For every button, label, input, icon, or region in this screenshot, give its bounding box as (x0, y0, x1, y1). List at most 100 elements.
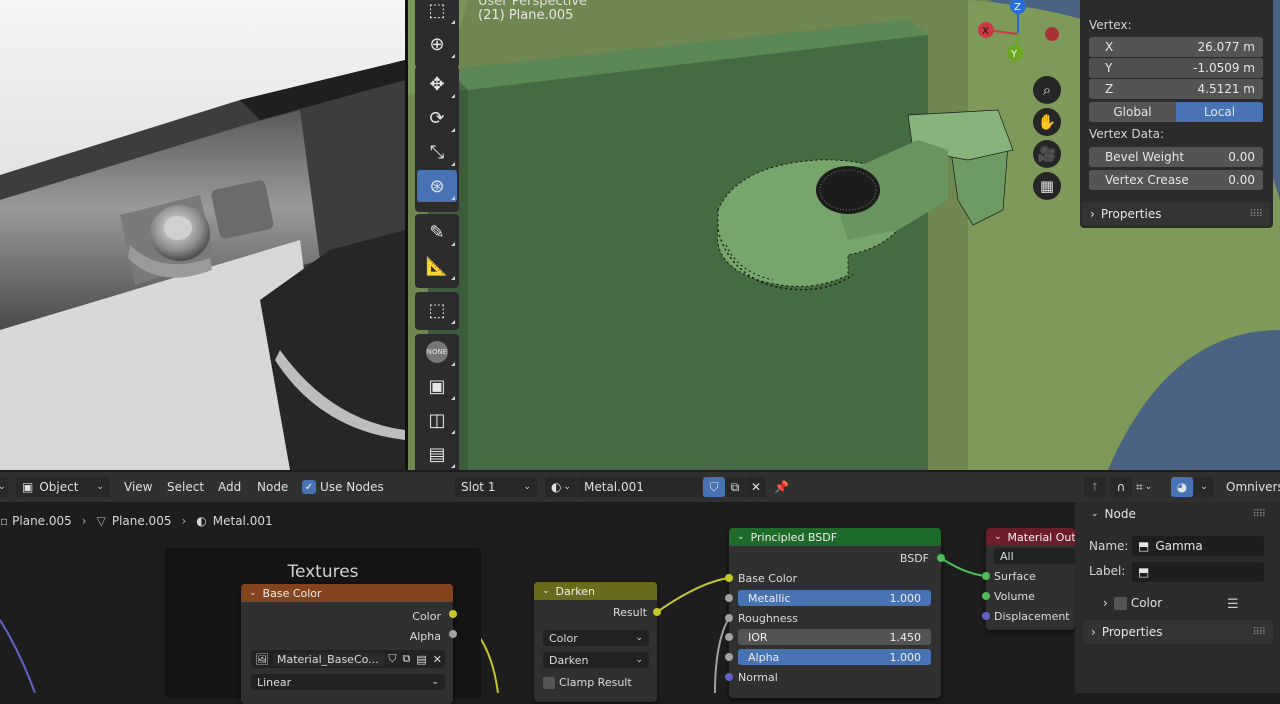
alpha-slider[interactable]: Alpha 1.000 (738, 649, 931, 665)
snap-target-dropdown[interactable]: ⌗ ⌄ (1136, 477, 1152, 497)
fake-user-button[interactable]: ⛉ (703, 477, 725, 497)
vertex-label: Vertex: (1089, 18, 1132, 32)
cursor-tool[interactable]: ⊕ (417, 28, 457, 60)
displacement-input-socket[interactable] (982, 612, 990, 620)
global-toggle[interactable]: Global (1089, 102, 1176, 122)
slot-dropdown[interactable]: Slot 1 ⌄ (455, 477, 537, 497)
rotate-tool[interactable]: ⟳ (417, 102, 457, 134)
normal-input-socket[interactable] (725, 673, 733, 681)
list-icon[interactable]: ☰ (1227, 597, 1239, 612)
image-datablock-field[interactable]: 🖼 Material_BaseCo... ⛉ ⧉ ▤ ✕ (251, 650, 445, 668)
node-panel-header[interactable]: ⌄ Node ⠿⠿ (1083, 502, 1273, 526)
use-nodes-checkbox[interactable]: ✓ Use Nodes (302, 477, 384, 497)
principled-bsdf-node[interactable]: ⌄ Principled BSDF BSDF Base Color Metalli… (729, 528, 941, 698)
add-cube-tool[interactable]: ⬚ (417, 294, 457, 326)
move-tool[interactable]: ✥ (417, 68, 457, 100)
output-node-header[interactable]: ⌄ Material Output (986, 528, 1075, 546)
overlays-toggle[interactable]: ◕ (1171, 477, 1193, 497)
snap-toggle-button[interactable]: ∩ (1110, 477, 1132, 497)
properties-panel-header[interactable]: › Properties ⠿⠿ (1082, 202, 1270, 226)
node-name-field[interactable]: ⬒ Gamma (1132, 536, 1264, 556)
result-output-socket[interactable] (653, 608, 661, 616)
menu-select[interactable]: Select (167, 477, 204, 497)
local-toggle[interactable]: Local (1176, 102, 1263, 122)
checkbox-icon[interactable] (1113, 596, 1127, 610)
metallic-input-socket[interactable] (725, 594, 733, 602)
darken-mix-node[interactable]: ⌄ Darken Result Color ⌄ Darken ⌄ Clamp Resu… (534, 582, 657, 702)
drag-handle-icon[interactable]: ⠿⠿ (1252, 627, 1266, 638)
node-properties-header[interactable]: › Properties ⠿⠿ (1083, 620, 1273, 644)
folder-icon[interactable]: ▤ (416, 653, 426, 666)
annotate-tool[interactable]: ✎ (417, 216, 457, 248)
object-mode-dropdown[interactable]: ▣ Object ⌄ (16, 477, 110, 497)
duplicate-material-button[interactable]: ⧉ (725, 477, 745, 497)
vertex-x-field[interactable]: X 26.077 m (1089, 37, 1263, 57)
vertex-crease-value: 0.00 (1228, 173, 1255, 187)
material-browse-dropdown[interactable]: ◐ ⌄ (545, 477, 577, 497)
bsdf-output-socket[interactable] (937, 554, 945, 562)
alpha-input-socket[interactable] (725, 653, 733, 661)
gizmo-neg-x-axis[interactable] (1045, 27, 1059, 41)
blend-mode-dropdown[interactable]: Darken ⌄ (543, 652, 649, 668)
parent-node-tree-button[interactable]: ⭡ (1084, 477, 1106, 497)
clamp-result-checkbox[interactable]: Clamp Result (543, 676, 632, 689)
none-tool[interactable]: NONE (417, 336, 457, 368)
ior-input-socket[interactable] (725, 633, 733, 641)
surface-input-socket[interactable] (982, 572, 990, 580)
base-color-image-node[interactable]: ⌄ Base Color Color Alpha 🖼 Material_BaseC… (241, 584, 453, 704)
roughness-input-socket[interactable] (725, 614, 733, 622)
transform-tool[interactable]: ⊛ (417, 170, 457, 202)
zoom-button[interactable]: ⌕ (1033, 76, 1061, 104)
close-icon[interactable]: ✕ (433, 653, 442, 666)
unlink-material-button[interactable]: ✕ (746, 477, 766, 497)
bsdf-node-header[interactable]: ⌄ Principled BSDF (729, 528, 941, 546)
vertex-y-field[interactable]: Y -1.0509 m (1089, 58, 1263, 78)
inset-tool[interactable]: ◫ (417, 404, 457, 436)
pin-button[interactable]: 📌 (774, 477, 789, 497)
darken-node-header[interactable]: ⌄ Darken (534, 582, 657, 600)
data-type-dropdown[interactable]: Color ⌄ (543, 630, 649, 646)
select-box-tool[interactable]: ⬚ (417, 0, 457, 26)
measure-tool[interactable]: 📐 (417, 250, 457, 282)
editor-type-dropdown[interactable]: ⌄ (0, 477, 8, 497)
metallic-slider[interactable]: Metallic 1.000 (738, 590, 931, 606)
material-output-node[interactable]: ⌄ Material Output All Surface Volume Disp… (986, 528, 1075, 630)
menu-node[interactable]: Node (257, 477, 288, 497)
overlays-dropdown[interactable]: ⌄ (1194, 477, 1214, 497)
bevel-weight-field[interactable]: Bevel Weight 0.00 (1089, 147, 1263, 167)
color-output-socket[interactable] (449, 610, 457, 618)
base-color-input-socket[interactable] (725, 574, 733, 582)
copy-icon[interactable]: ⧉ (403, 652, 411, 666)
bsdf-node-title: Principled BSDF (750, 530, 838, 544)
color-subpanel-header[interactable]: › Color (1103, 596, 1162, 610)
vertex-z-field[interactable]: Z 4.5121 m (1089, 79, 1263, 99)
ior-slider[interactable]: IOR 1.450 (738, 629, 931, 645)
render-preview-viewport[interactable] (0, 0, 405, 470)
extrude-tool[interactable]: ▣ (417, 370, 457, 402)
shield-icon[interactable]: ⛉ (388, 652, 396, 666)
ruler-icon: 📐 (425, 255, 449, 277)
menu-view[interactable]: View (124, 477, 152, 497)
pan-button[interactable]: ✋ (1033, 108, 1061, 136)
camera-view-button[interactable]: 🎥 (1033, 140, 1061, 168)
render-engine-label[interactable]: Omniverse (1226, 477, 1280, 497)
alpha-output-socket[interactable] (449, 630, 457, 638)
bevel-tool[interactable]: ▤ (417, 438, 457, 470)
ortho-toggle-button[interactable]: ▦ (1033, 172, 1061, 200)
interpolation-dropdown[interactable]: Linear ⌄ (251, 674, 445, 690)
checkbox-checked-icon: ✓ (302, 480, 316, 494)
scale-tool[interactable]: ⤡ (417, 136, 457, 168)
node-editor-canvas[interactable]: ▫ Plane.005 › ▽ Plane.005 › ◐ Metal.001 … (0, 502, 1075, 704)
material-name-field[interactable]: Metal.001 (578, 477, 702, 497)
vertex-crease-field[interactable]: Vertex Crease 0.00 (1089, 170, 1263, 190)
bevel-weight-value: 0.00 (1228, 150, 1255, 164)
menu-add[interactable]: Add (218, 477, 241, 497)
drag-handle-icon[interactable]: ⠿⠿ (1252, 509, 1266, 520)
drag-handle-icon[interactable]: ⠿⠿ (1249, 209, 1263, 220)
output-target-dropdown[interactable]: All (994, 548, 1075, 564)
name-label: Name: (1089, 539, 1129, 553)
navigation-gizmo[interactable]: Z X Y (968, 0, 1068, 70)
node-label-field[interactable]: ⬒ (1132, 562, 1264, 582)
base-color-node-header[interactable]: ⌄ Base Color (241, 584, 453, 602)
volume-input-socket[interactable] (982, 592, 990, 600)
